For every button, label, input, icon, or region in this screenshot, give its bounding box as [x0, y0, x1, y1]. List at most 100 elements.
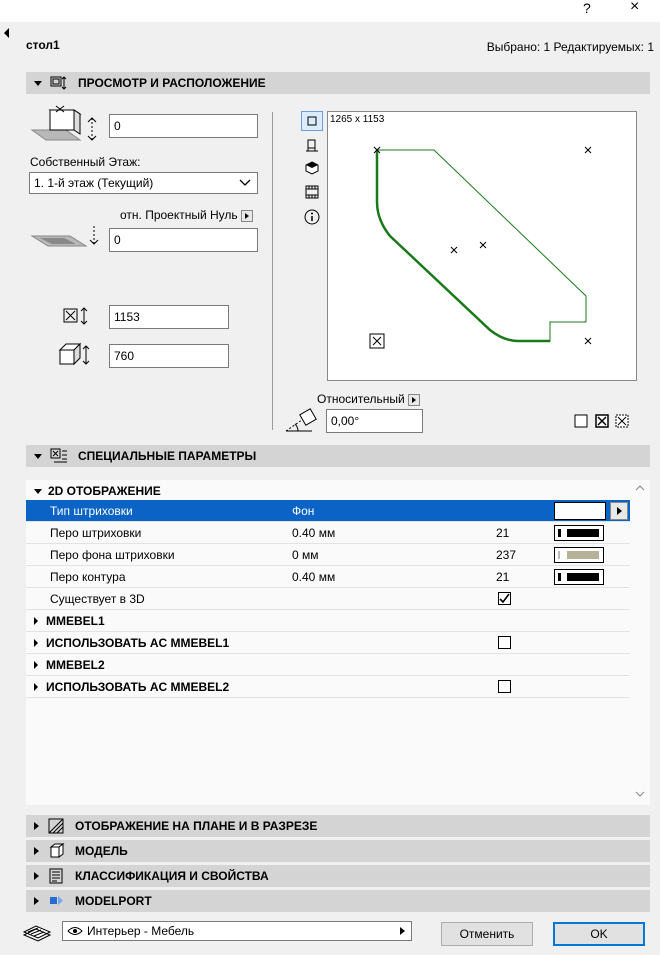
layer-icon — [22, 922, 52, 942]
group-title: MMEBEL2 — [46, 657, 105, 672]
reference-label-text: отн. Проектный Нуль — [120, 208, 238, 222]
param-value: 0 мм — [292, 548, 319, 562]
parameters-scrollbar[interactable] — [630, 480, 650, 805]
expanded-arrow-icon — [34, 488, 42, 494]
exists-in-3d-checkbox[interactable] — [498, 592, 511, 605]
pen-swatch[interactable] — [554, 547, 604, 563]
collapsed-arrow-icon — [34, 822, 39, 830]
layer-name: Интерьер - Мебель — [87, 924, 195, 938]
table-row[interactable]: Перо фона штриховки 0 мм 237 — [26, 544, 630, 566]
height-input[interactable]: 760 — [109, 344, 229, 368]
group-2d-display[interactable]: 2D ОТОБРАЖЕНИЕ — [26, 480, 630, 502]
elevation-input[interactable]: 0 — [109, 114, 258, 138]
relative-label: Относительный — [317, 392, 421, 406]
home-story-label: Собственный Этаж: — [30, 155, 141, 169]
layer-select[interactable]: Интерьер - Мебель — [62, 921, 412, 941]
section-plan-section-display[interactable]: ОТОБРАЖЕНИЕ НА ПЛАНЕ И В РАЗРЕЗЕ — [26, 815, 650, 837]
view-section-button[interactable] — [301, 182, 323, 202]
table-outline-drawing — [369, 146, 592, 349]
preview-canvas[interactable]: 1265 x 1153 — [327, 111, 637, 381]
title-bar: ? × — [0, 0, 660, 22]
param-name: Перо штриховки — [50, 526, 142, 540]
param-name: Существует в 3D — [50, 592, 145, 606]
param-pen-number: 237 — [496, 548, 517, 562]
cancel-button[interactable]: Отменить — [441, 922, 533, 946]
rotation-angle-input[interactable]: 0,00° — [326, 409, 423, 433]
section-classification[interactable]: КЛАССИФИКАЦИЯ И СВОЙСТВА — [26, 865, 650, 887]
group-title: ИСПОЛЬЗОВАТЬ AC MMEBEL1 — [46, 635, 230, 650]
section-special-params[interactable]: СПЕЦИАЛЬНЫЕ ПАРАМЕТРЫ — [26, 445, 650, 467]
chevron-down-icon — [239, 176, 251, 190]
reference-level-icon — [30, 224, 102, 256]
section-title: СПЕЦИАЛЬНЫЕ ПАРАМЕТРЫ — [78, 449, 257, 463]
table-row[interactable]: Существует в 3D — [26, 588, 630, 610]
group-row[interactable]: MMEBEL1 — [26, 610, 630, 632]
section-modelport[interactable]: MODELPORT — [26, 890, 650, 912]
parameters-icon — [50, 448, 68, 464]
collapsed-arrow-icon — [34, 897, 39, 905]
section-preview-placement[interactable]: ПРОСМОТР И РАСПОЛОЖЕНИЕ — [26, 72, 650, 94]
use-ac-mmebel2-checkbox[interactable] — [498, 680, 511, 693]
table-row[interactable]: Тип штриховки Фон — [26, 500, 630, 522]
collapsed-arrow-icon — [34, 616, 38, 625]
width-input[interactable]: 1153 — [109, 305, 229, 329]
pen-swatch[interactable] — [554, 569, 604, 585]
preview-placement-icon — [50, 75, 68, 91]
expanded-arrow-icon — [34, 453, 42, 459]
section-title: ПРОСМОТР И РАСПОЛОЖЕНИЕ — [78, 76, 266, 90]
use-ac-mmebel1-checkbox[interactable] — [498, 636, 511, 649]
scroll-up-icon — [635, 485, 645, 491]
group-row[interactable]: ИСПОЛЬЗОВАТЬ AC MMEBEL1 — [26, 632, 630, 654]
param-name: Перо фона штриховки — [50, 548, 175, 562]
param-value: 0.40 мм — [292, 570, 336, 584]
rotation-angle-icon — [282, 407, 318, 435]
relative-menu-button[interactable] — [408, 393, 421, 406]
section-model[interactable]: МОДЕЛЬ — [26, 840, 650, 862]
view-3d-button[interactable] — [301, 158, 323, 178]
pen-swatch[interactable] — [554, 525, 604, 541]
chevron-right-icon — [617, 507, 622, 515]
close-button[interactable]: × — [630, 0, 639, 16]
reference-menu-button[interactable] — [241, 209, 254, 222]
group-row[interactable]: MMEBEL2 — [26, 654, 630, 676]
param-value: Фон — [292, 504, 315, 518]
selection-info: Выбрано: 1 Редактируемых: 1 — [486, 40, 654, 54]
help-button[interactable]: ? — [583, 0, 591, 16]
reference-input[interactable]: 0 — [109, 228, 258, 252]
table-row[interactable]: Перо штриховки 0.40 мм 21 — [26, 522, 630, 544]
no-mirror-icon — [574, 414, 588, 428]
scroll-down-icon — [635, 791, 645, 797]
section-title: MODELPORT — [75, 894, 152, 908]
checkmark-icon — [499, 593, 510, 604]
anchor-options — [574, 414, 634, 430]
elevation-icon — [30, 100, 102, 146]
param-pen-number: 21 — [496, 570, 510, 584]
home-story-select[interactable]: 1. 1-й этаж (Текущий) — [29, 172, 258, 194]
ok-button[interactable]: OK — [553, 922, 645, 946]
info-icon[interactable] — [301, 207, 323, 227]
layer-select-content: Интерьер - Мебель — [67, 924, 194, 938]
home-story-value: 1. 1-й этаж (Текущий) — [34, 176, 154, 190]
group-title: MMEBEL1 — [46, 613, 105, 628]
height-icon — [58, 342, 92, 368]
view-2d-button[interactable] — [301, 111, 323, 131]
collapsed-arrow-icon — [34, 682, 38, 691]
fill-type-menu-button[interactable] — [610, 502, 628, 520]
collapse-panel-icon[interactable] — [4, 28, 9, 38]
collapsed-arrow-icon — [34, 638, 38, 647]
fill-type-swatch[interactable] — [554, 502, 606, 520]
relative-label-text: Относительный — [317, 392, 405, 406]
classification-list-icon — [47, 868, 65, 884]
group-title: ИСПОЛЬЗОВАТЬ AC MMEBEL2 — [46, 679, 230, 694]
param-name: Перо контура — [50, 570, 126, 584]
view-elevation-button[interactable] — [301, 136, 323, 156]
section-title: ОТОБРАЖЕНИЕ НА ПЛАНЕ И В РАЗРЕЗЕ — [75, 819, 318, 833]
param-value: 0.40 мм — [292, 526, 336, 540]
table-row[interactable]: Перо контура 0.40 мм 21 — [26, 566, 630, 588]
collapsed-arrow-icon — [34, 847, 39, 855]
parameters-table: 2D ОТОБРАЖЕНИЕ Тип штриховки Фон Перо шт… — [26, 480, 650, 805]
collapsed-arrow-icon — [34, 660, 38, 669]
modelport-icon — [47, 893, 65, 909]
group-row[interactable]: ИСПОЛЬЗОВАТЬ AC MMEBEL2 — [26, 676, 630, 698]
param-name: Тип штриховки — [50, 504, 133, 518]
